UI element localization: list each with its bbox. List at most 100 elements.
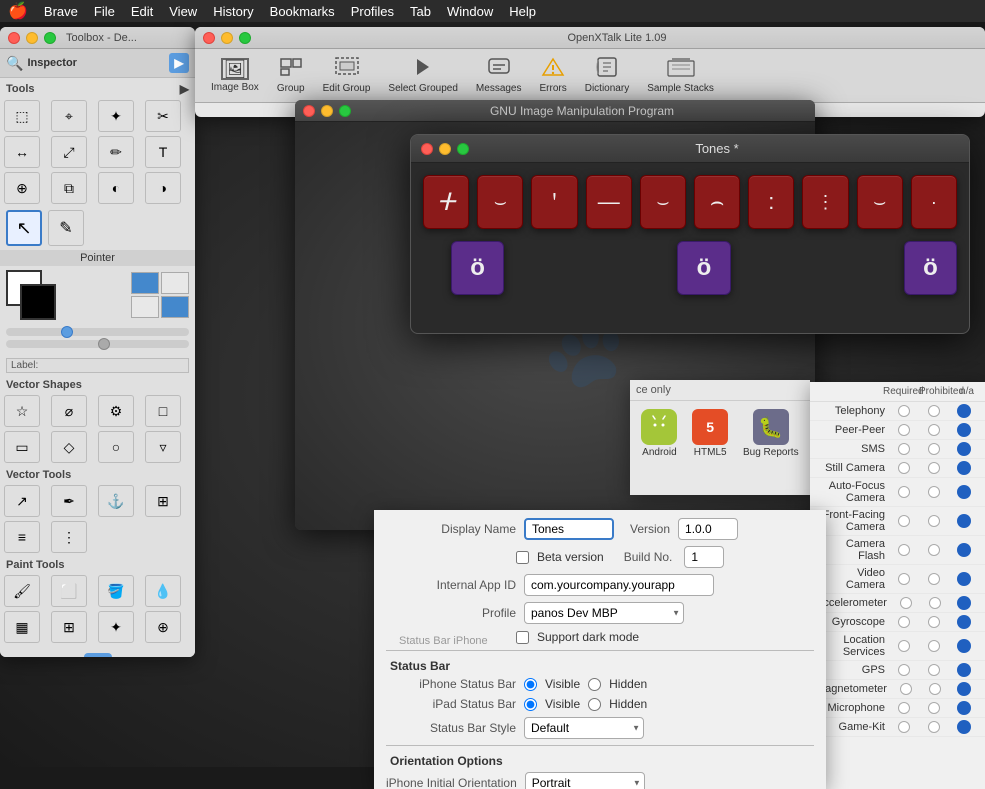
color-box-blue[interactable] xyxy=(131,272,159,294)
magic-tool[interactable]: ✦ xyxy=(98,100,134,132)
messages-btn[interactable]: Messages xyxy=(468,53,530,98)
slider-2-thumb[interactable] xyxy=(98,338,110,350)
video-camera-na[interactable] xyxy=(949,572,979,586)
still-camera-required[interactable] xyxy=(889,462,919,474)
tones-minimize[interactable] xyxy=(439,143,451,155)
video-camera-required[interactable] xyxy=(889,573,919,585)
tone-tile-7[interactable]: : xyxy=(748,175,794,229)
pt5[interactable]: ⊕ xyxy=(145,611,181,643)
gear-shape[interactable]: ⚙ xyxy=(98,395,134,427)
maximize-button[interactable] xyxy=(44,32,56,44)
window-menu[interactable]: Window xyxy=(447,4,493,19)
transform-tool[interactable]: ⤢ xyxy=(51,136,87,168)
minimize-button[interactable] xyxy=(26,32,38,44)
telephony-required[interactable] xyxy=(889,405,919,417)
camera-flash-prohibited[interactable] xyxy=(919,544,949,556)
color-box-3[interactable] xyxy=(161,296,189,318)
eraser-tool[interactable]: ⬜ xyxy=(51,575,87,607)
telephony-prohibited[interactable] xyxy=(919,405,949,417)
save-icon[interactable]: ⬇ xyxy=(84,653,112,657)
sms-prohibited[interactable] xyxy=(919,443,949,455)
crop-tool[interactable]: ✂ xyxy=(145,100,181,132)
openxtalk-maximize[interactable] xyxy=(239,32,251,44)
tone-tile-purple-1[interactable]: ö xyxy=(451,241,504,295)
loop-shape[interactable]: ⌀ xyxy=(51,395,87,427)
edit-group-btn[interactable]: Edit Group xyxy=(315,53,379,98)
peerpeer-prohibited[interactable] xyxy=(919,424,949,436)
pointer-tool-btn[interactable]: ↖ xyxy=(6,210,42,246)
sample-stacks-btn[interactable]: Sample Stacks xyxy=(639,53,722,98)
gimp-close[interactable] xyxy=(303,105,315,117)
still-camera-na[interactable] xyxy=(949,461,979,475)
iphone-visible-radio[interactable] xyxy=(524,678,537,691)
front-camera-required[interactable] xyxy=(889,515,919,527)
bug-reports-btn[interactable]: 🐛 Bug Reports xyxy=(743,409,799,458)
background-color[interactable] xyxy=(20,284,56,320)
brave-menu[interactable]: Brave xyxy=(44,4,78,19)
accelerometer-required[interactable] xyxy=(891,597,920,609)
oval-shape[interactable]: ○ xyxy=(98,431,134,463)
clone-tool[interactable]: ⧉ xyxy=(51,172,87,204)
android-btn[interactable]: Android xyxy=(641,409,677,458)
front-camera-prohibited[interactable] xyxy=(919,515,949,527)
tools-arrow[interactable]: ▶ xyxy=(180,82,189,96)
tone-tile-3[interactable]: ꞌ xyxy=(531,175,577,229)
lasso-tool[interactable]: ⌖ xyxy=(51,100,87,132)
autofocus-required[interactable] xyxy=(889,486,919,498)
gps-na[interactable] xyxy=(949,663,979,677)
blur-tool[interactable]: ◐ xyxy=(98,172,134,204)
image-box-btn[interactable]: 🖼 Image Box xyxy=(203,54,267,97)
location-na[interactable] xyxy=(949,639,979,653)
tone-tile-2[interactable]: ⌣ xyxy=(477,175,523,229)
peerpeer-na[interactable] xyxy=(949,423,979,437)
gyroscope-prohibited[interactable] xyxy=(919,616,949,628)
magnetometer-na[interactable] xyxy=(950,682,979,696)
iphone-orientation-select[interactable]: Portrait xyxy=(525,772,645,789)
tone-tile-8[interactable]: ⋮ xyxy=(802,175,848,229)
internal-app-id-input[interactable] xyxy=(524,574,714,596)
dictionary-btn[interactable]: Dictionary xyxy=(577,53,637,98)
autofocus-prohibited[interactable] xyxy=(919,486,949,498)
gps-required[interactable] xyxy=(889,664,919,676)
version-input[interactable] xyxy=(678,518,738,540)
beta-checkbox[interactable] xyxy=(516,551,529,564)
tone-tile-4[interactable]: — xyxy=(586,175,632,229)
accelerometer-na[interactable] xyxy=(950,596,979,610)
telephony-na[interactable] xyxy=(949,404,979,418)
openxtalk-close[interactable] xyxy=(203,32,215,44)
group-btn[interactable]: Group xyxy=(269,53,313,98)
autofocus-na[interactable] xyxy=(949,485,979,499)
gimp-minimize[interactable] xyxy=(321,105,333,117)
pt2[interactable]: ▦ xyxy=(4,611,40,643)
select-tool[interactable]: ⬚ xyxy=(4,100,40,132)
rect2-shape[interactable]: ▭ xyxy=(4,431,40,463)
rect-shape[interactable]: □ xyxy=(145,395,181,427)
path-tool[interactable]: ✏ xyxy=(98,136,134,168)
dodge-tool[interactable]: ◑ xyxy=(145,172,181,204)
tone-tile-5[interactable]: ⌣ xyxy=(640,175,686,229)
help-menu[interactable]: Help xyxy=(509,4,536,19)
tone-tile-10[interactable]: · xyxy=(911,175,957,229)
tones-close[interactable] xyxy=(421,143,433,155)
vt2[interactable]: ≡ xyxy=(4,521,40,553)
magnetometer-prohibited[interactable] xyxy=(920,683,949,695)
status-bar-style-select[interactable]: Default xyxy=(524,717,644,739)
pt3[interactable]: ⊞ xyxy=(51,611,87,643)
gyroscope-required[interactable] xyxy=(889,616,919,628)
color-box-2[interactable] xyxy=(131,296,159,318)
sms-required[interactable] xyxy=(889,443,919,455)
gps-prohibited[interactable] xyxy=(919,664,949,676)
eyedrop-tool[interactable]: 💧 xyxy=(145,575,181,607)
fill-tool[interactable]: 🪣 xyxy=(98,575,134,607)
edit-menu[interactable]: Edit xyxy=(131,4,153,19)
microphone-required[interactable] xyxy=(889,702,919,714)
file-menu[interactable]: File xyxy=(94,4,115,19)
sms-na[interactable] xyxy=(949,442,979,456)
tab-menu[interactable]: Tab xyxy=(410,4,431,19)
color-box-light[interactable] xyxy=(161,272,189,294)
tone-tile-6[interactable]: ⌢ xyxy=(694,175,740,229)
errors-btn[interactable]: Errors xyxy=(532,53,575,98)
display-name-input[interactable] xyxy=(524,518,614,540)
openxtalk-minimize[interactable] xyxy=(221,32,233,44)
tone-tile-1[interactable]: ⵜ xyxy=(423,175,469,229)
